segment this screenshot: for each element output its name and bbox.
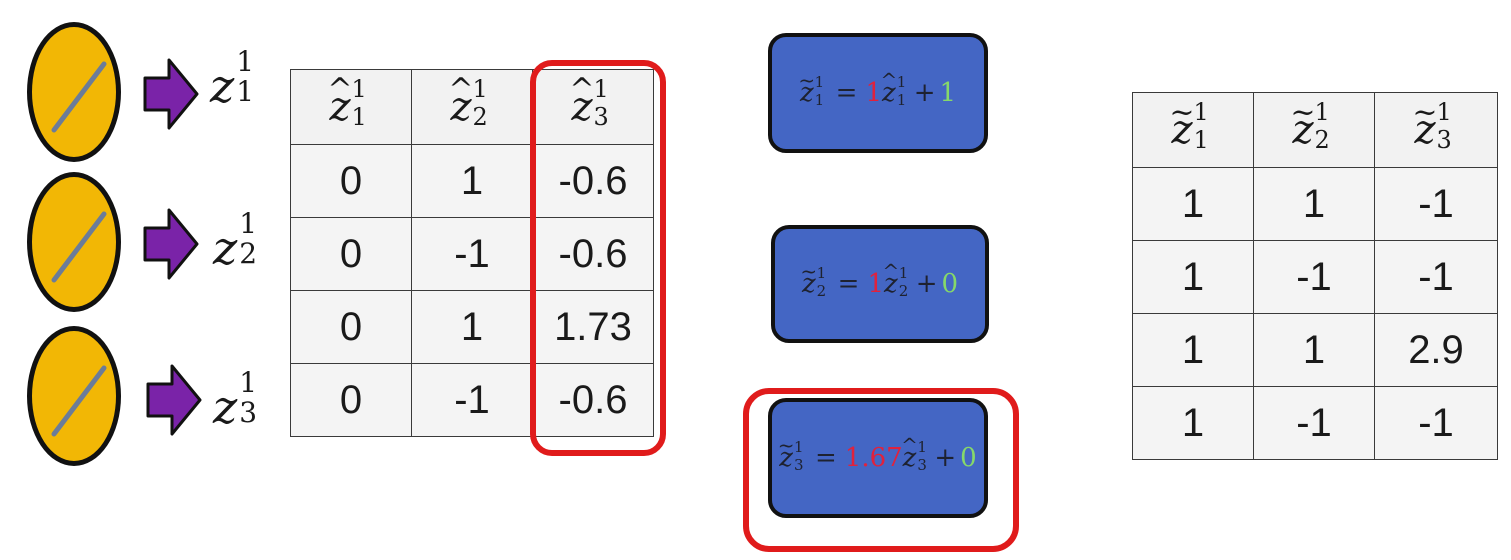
normalized-header-1: z ^ 1 1 <box>290 69 412 145</box>
table-cell: 1 <box>1132 240 1254 314</box>
table-cell: 1 <box>1132 167 1254 241</box>
scaled-header-3: z ~1 3 <box>1374 92 1498 168</box>
table-row: 1 -1 -1 <box>1132 386 1498 460</box>
table-cell: 1 <box>411 144 533 218</box>
bias-value: 1 <box>939 78 957 108</box>
neuron-output-label-1: z11 <box>210 45 255 113</box>
neuron-2 <box>27 172 121 312</box>
table-cell: -1 <box>1253 386 1375 460</box>
table-cell: 1 <box>1253 313 1375 387</box>
equation-1: z ~1 1 = 1 z ^ 1 1 + 1 <box>798 68 957 109</box>
bias-value: 0 <box>941 269 959 299</box>
arrow-right-icon <box>143 208 199 280</box>
neuron-output-label-2: z12 <box>213 207 258 275</box>
neuron-output-label-3: z13 <box>213 366 258 434</box>
weight-value: 1.67 <box>844 443 903 473</box>
equation-2: z ~1 2 = 1 z ^ 1 2 + 0 <box>800 259 959 300</box>
table-cell: 0 <box>290 217 412 291</box>
arrow-right-icon <box>143 58 199 130</box>
scaled-header-2: z ~1 2 <box>1253 92 1375 168</box>
equation-box-1: z ~1 1 = 1 z ^ 1 1 + 1 <box>768 33 988 153</box>
table-cell: -1 <box>1253 240 1375 314</box>
equation-box-2: z ~1 2 = 1 z ^ 1 2 + 0 <box>771 225 989 343</box>
linear-activation-icon <box>51 365 107 437</box>
table-cell: -1 <box>411 217 533 291</box>
neuron-1 <box>27 22 121 162</box>
table-cell: 1 <box>1132 386 1254 460</box>
linear-activation-icon <box>51 211 107 283</box>
neuron-3 <box>27 326 121 466</box>
table-cell: -1 <box>411 363 533 437</box>
table-cell: -1 <box>1374 240 1498 314</box>
table-cell: 0 <box>290 363 412 437</box>
equation-box-3: z ~1 3 = 1.67 z ^ 1 3 + 0 <box>768 398 988 518</box>
bias-value: 0 <box>960 443 977 473</box>
table-cell: -1 <box>1374 167 1498 241</box>
table-cell: 1 <box>1132 313 1254 387</box>
arrow-right-icon <box>146 364 202 436</box>
scaled-table: z ~1 1 z ~1 2 z ~1 3 1 1 -1 1 -1 -1 1 1 2.9 1 <box>1132 92 1498 460</box>
normalized-header-2: z ^ 1 2 <box>411 69 533 145</box>
scaled-header-1: z ~1 1 <box>1132 92 1254 168</box>
table-row: 1 -1 -1 <box>1132 240 1498 314</box>
table-row: 1 1 2.9 <box>1132 313 1498 387</box>
table-cell: 0 <box>290 290 412 364</box>
table-cell: 0 <box>290 144 412 218</box>
table-row: 1 1 -1 <box>1132 167 1498 241</box>
table-cell: -1 <box>1374 386 1498 460</box>
table-cell: 1 <box>411 290 533 364</box>
linear-activation-icon <box>51 61 107 133</box>
table-cell: 1 <box>1253 167 1375 241</box>
equation-3: z ~1 3 = 1.67 z ^ 1 3 + 0 <box>777 433 977 474</box>
table-cell: 2.9 <box>1374 313 1498 387</box>
column-highlight <box>530 60 666 456</box>
